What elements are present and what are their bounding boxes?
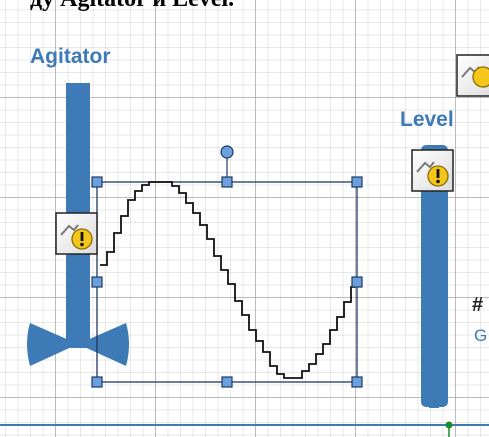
- selection-handles[interactable]: [91, 176, 363, 388]
- resize-handle-icon: [351, 176, 363, 188]
- resize-handle-icon: [221, 376, 233, 388]
- resize-handle-icon: [91, 376, 103, 388]
- diagram-shapes-layer: [0, 54, 489, 437]
- trend-shape[interactable]: [96, 181, 358, 383]
- trend-line: [100, 181, 355, 379]
- selection-frame: [96, 181, 358, 383]
- connection-point-icon[interactable]: [445, 421, 453, 429]
- resize-handle-icon: [221, 176, 233, 188]
- warning-badge-icon[interactable]: [411, 149, 454, 192]
- resize-handle-icon: [351, 376, 363, 388]
- level-bar-base: [429, 404, 439, 408]
- resize-handle-icon: [91, 176, 103, 188]
- warning-badge-icon[interactable]: [456, 54, 489, 97]
- diagram-canvas[interactable]: ду Agitator и Level. Agitator Level # G: [0, 0, 489, 437]
- rotate-handle-icon[interactable]: [220, 145, 234, 159]
- warning-badge-icon[interactable]: [55, 212, 98, 255]
- resize-handle-icon: [91, 276, 103, 288]
- resize-handle-icon: [351, 276, 363, 288]
